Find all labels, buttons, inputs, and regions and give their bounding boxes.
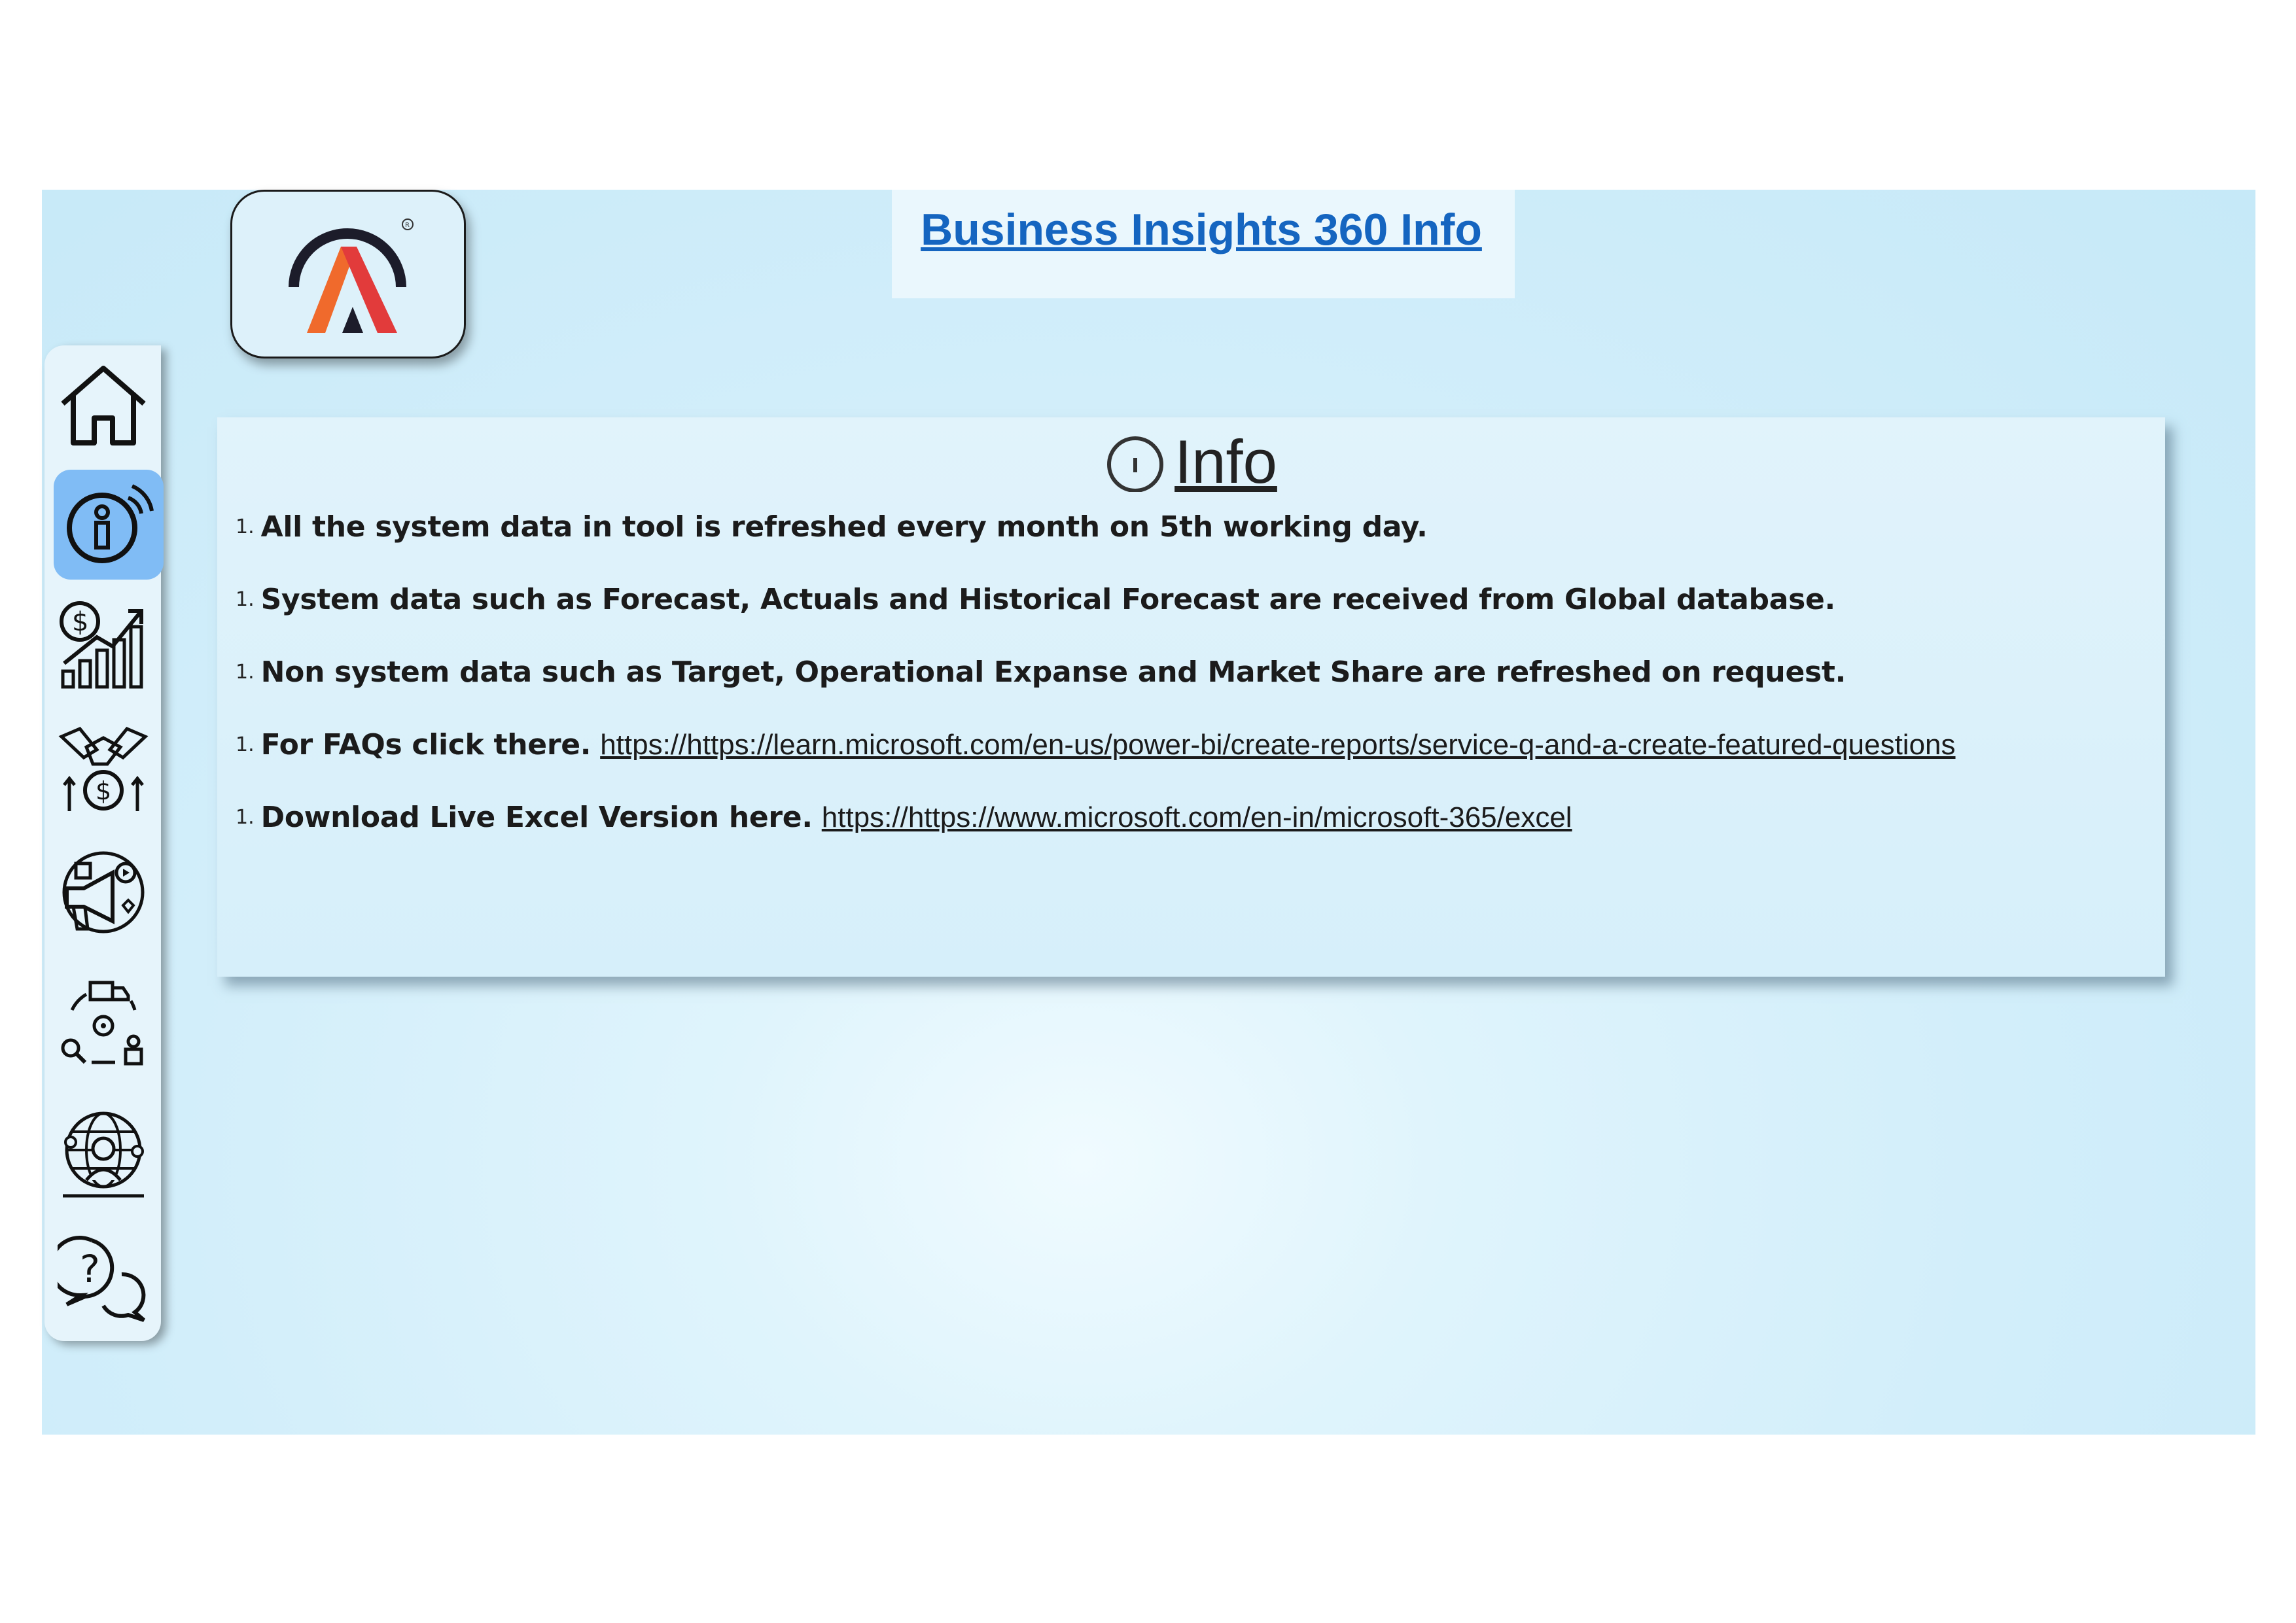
home-icon	[61, 366, 146, 445]
info-item: 1. All the system data in tool is refres…	[236, 491, 2152, 563]
excel-download-link[interactable]: https://https://www.microsoft.com/en-in/…	[822, 801, 1572, 834]
sidebar-nav: $ $ ?	[44, 345, 164, 1341]
info-list: 1. All the system data in tool is refres…	[236, 491, 2152, 854]
svg-text:?: ?	[80, 1247, 100, 1291]
item-number: 1.	[236, 733, 255, 756]
svg-text:$: $	[72, 607, 88, 637]
svg-text:R: R	[405, 222, 410, 229]
nav-sales[interactable]: $	[51, 717, 156, 822]
item-text: Non system data such as Target, Operatio…	[260, 655, 1846, 689]
nav-finance[interactable]: $	[51, 591, 156, 696]
item-number: 1.	[236, 661, 255, 684]
item-text: All the system data in tool is refreshed…	[260, 510, 1428, 544]
nav-executive[interactable]	[51, 1103, 156, 1208]
info-circle-icon	[1107, 436, 1164, 492]
item-text: For FAQs click there.	[260, 728, 592, 761]
logo-mark-icon: R	[289, 218, 414, 333]
info-item: 1. System data such as Forecast, Actuals…	[236, 563, 2152, 636]
info-item: 1. Download Live Excel Version here. htt…	[236, 781, 2152, 854]
info-item: 1. Non system data such as Target, Opera…	[236, 636, 2152, 708]
nav-info[interactable]	[54, 470, 164, 580]
item-text: System data such as Forecast, Actuals an…	[260, 583, 1836, 616]
help-chat-icon: ?	[58, 1236, 146, 1322]
info-item: 1. For FAQs click there. https://https:/…	[236, 708, 2152, 781]
nav-marketing[interactable]	[51, 843, 156, 947]
info-heading: Info	[217, 427, 2165, 497]
nav-home[interactable]	[51, 353, 156, 458]
nav-help[interactable]: ?	[51, 1229, 156, 1333]
item-number: 1.	[236, 588, 255, 611]
page-title[interactable]: Business Insights 360 Info	[900, 204, 1502, 255]
executive-globe-icon	[63, 1111, 144, 1198]
company-logo: R	[230, 190, 466, 358]
finance-growth-icon: $	[60, 601, 143, 689]
info-heading-text: Info	[1174, 427, 1277, 496]
nav-supply-chain[interactable]	[51, 972, 156, 1077]
item-number: 1.	[236, 806, 255, 829]
item-number: 1.	[236, 515, 255, 538]
marketing-megaphone-icon	[62, 851, 145, 934]
faq-link[interactable]: https://https://learn.microsoft.com/en-u…	[600, 729, 1955, 761]
svg-text:$: $	[96, 777, 111, 805]
info-icon	[67, 484, 154, 563]
info-panel: Info 1. All the system data in tool is r…	[217, 417, 2165, 977]
sales-handshake-icon: $	[58, 726, 149, 811]
item-text: Download Live Excel Version here.	[260, 801, 813, 834]
supply-chain-icon	[61, 981, 143, 1066]
